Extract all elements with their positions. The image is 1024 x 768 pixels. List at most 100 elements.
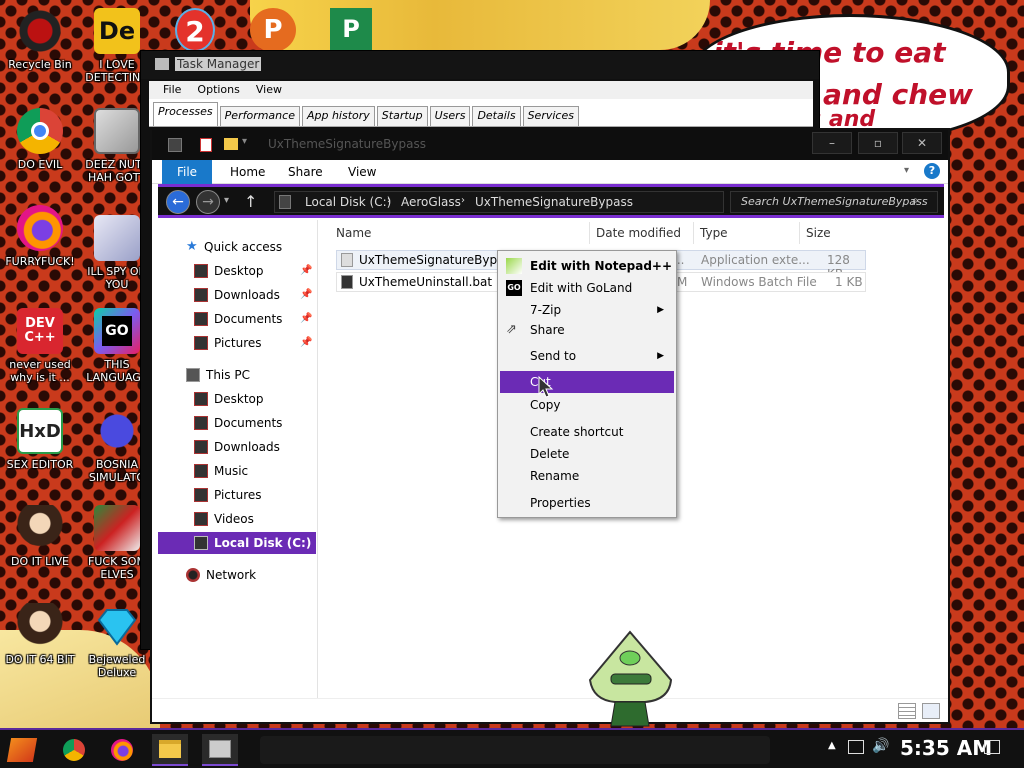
peridot-character-image <box>588 630 673 727</box>
menu-options[interactable]: Options <box>189 81 247 99</box>
publisher-icon[interactable]: P <box>330 8 372 50</box>
menu-item-cut[interactable]: Cut <box>500 371 674 393</box>
tab-startup[interactable]: Startup <box>376 106 428 126</box>
menu-item-share[interactable]: ⇗ Share <box>500 319 674 341</box>
explorer-titlebar[interactable]: ▾ UxThemeSignatureBypass – ▫ ✕ <box>152 130 948 160</box>
tab-services[interactable]: Services <box>522 106 579 126</box>
address-bar[interactable]: Local Disk (C:) › AeroGlass › UxThemeSig… <box>274 191 724 213</box>
menu-item-create-shortcut[interactable]: Create shortcut <box>500 421 674 443</box>
drive-icon <box>279 195 291 209</box>
nav-quick-downloads[interactable]: Downloads 📌 <box>158 284 316 306</box>
taskbar-firefox[interactable] <box>104 734 140 766</box>
close-button[interactable]: ✕ <box>902 132 942 154</box>
menu-item-7zip[interactable]: 7-Zip ▶ <box>500 299 674 321</box>
menu-item-properties[interactable]: Properties <box>500 492 674 514</box>
search-input[interactable]: Search UxThemeSignatureBypass <box>730 191 938 213</box>
nav-quick-documents[interactable]: Documents 📌 <box>158 308 316 330</box>
drive-icon <box>194 536 208 550</box>
tab-processes[interactable]: Processes <box>153 102 218 126</box>
breadcrumb-local-disk[interactable]: Local Disk (C:) <box>305 195 391 209</box>
taskbar-chrome[interactable] <box>56 734 92 766</box>
nav-pc-music[interactable]: Music <box>158 460 316 482</box>
taskbar-file-explorer[interactable] <box>152 734 188 766</box>
pin-icon: 📌 <box>300 337 313 348</box>
ribbon-tab-view[interactable]: View <box>348 160 376 184</box>
breadcrumb-aeroglass[interactable]: AeroGlass <box>401 195 461 209</box>
tab-users[interactable]: Users <box>429 106 471 126</box>
menu-item-send-to[interactable]: Send to ▶ <box>500 345 674 367</box>
nav-pc-videos[interactable]: Videos <box>158 508 316 530</box>
desktop-icon-chrome[interactable]: DO EVIL <box>0 108 80 171</box>
nav-pc-desktop[interactable]: Desktop <box>158 388 316 410</box>
nav-pc-documents[interactable]: Documents <box>158 412 316 434</box>
desktop-icon-firefox[interactable]: FURRYFUCK! <box>0 205 80 268</box>
volume-icon[interactable]: 🔊 <box>872 738 889 754</box>
desktop-icon-do-it-64[interactable]: DO IT 64 BIT <box>0 603 80 666</box>
app-icon-p[interactable]: P <box>250 8 296 52</box>
desktop-icon-recycle-bin[interactable]: Recycle Bin <box>0 8 80 71</box>
menu-view[interactable]: View <box>248 81 290 99</box>
network-status-icon[interactable] <box>848 740 864 754</box>
chevron-down-icon[interactable]: ▾ <box>242 136 247 147</box>
menu-item-copy[interactable]: Copy <box>500 394 674 416</box>
ribbon-tab-home[interactable]: Home <box>230 160 265 184</box>
up-arrow-icon[interactable]: ↑ <box>244 192 257 211</box>
minimize-button[interactable]: – <box>812 132 852 154</box>
desktop-icon-hxd[interactable]: HxD SEX EDITOR <box>0 408 80 471</box>
back-arrow-icon[interactable]: ← <box>166 190 190 214</box>
pin-icon: 📌 <box>300 313 313 324</box>
folder-icon[interactable] <box>224 138 238 150</box>
menu-item-edit-goland[interactable]: GO Edit with GoLand <box>500 277 674 299</box>
column-header-date[interactable]: Date modified <box>590 222 694 244</box>
status-bar <box>152 698 948 722</box>
menu-item-rename[interactable]: Rename <box>500 465 674 487</box>
devcpp-icon: DEV C++ <box>17 308 63 354</box>
breadcrumb-separator-icon: › <box>387 195 391 206</box>
app-icon-2[interactable]: 2 <box>175 8 215 52</box>
column-header-type[interactable]: Type <box>694 222 800 244</box>
dll-file-icon <box>341 253 353 267</box>
tab-details[interactable]: Details <box>472 106 521 126</box>
search-icon[interactable]: ⌕ <box>912 193 919 208</box>
recent-dropdown-icon[interactable]: ▾ <box>224 195 229 206</box>
nav-pc-downloads[interactable]: Downloads <box>158 436 316 458</box>
help-icon[interactable]: ? <box>924 163 940 179</box>
tab-performance[interactable]: Performance <box>219 106 300 126</box>
taskbar-task-manager[interactable] <box>202 734 238 766</box>
menu-item-edit-notepadpp[interactable]: Edit with Notepad++ <box>500 255 674 277</box>
breadcrumb-separator-icon: › <box>461 195 465 206</box>
action-center-icon[interactable] <box>984 740 1000 754</box>
properties-icon[interactable] <box>200 138 212 152</box>
large-icons-view-icon[interactable] <box>922 703 940 719</box>
breadcrumb-uxtheme[interactable]: UxThemeSignatureBypass <box>475 195 633 209</box>
goland-icon: GO <box>94 308 140 354</box>
nav-quick-pictures[interactable]: Pictures 📌 <box>158 332 316 354</box>
menu-item-delete[interactable]: Delete <box>500 443 674 465</box>
ribbon-expand-icon[interactable]: ▾ <box>904 165 909 176</box>
column-header-name[interactable]: Name <box>330 222 590 244</box>
desktop-icon-do-it-live[interactable]: DO IT LIVE <box>0 505 80 568</box>
batch-file-icon <box>341 275 353 289</box>
goland-icon: GO <box>506 280 522 296</box>
forward-arrow-icon[interactable]: → <box>196 190 220 214</box>
ribbon-tab-share[interactable]: Share <box>288 160 323 184</box>
nav-local-disk[interactable]: Local Disk (C:) <box>158 532 316 554</box>
details-view-icon[interactable] <box>898 703 916 719</box>
nav-pc-pictures[interactable]: Pictures <box>158 484 316 506</box>
column-header-size[interactable]: Size <box>800 222 866 244</box>
nav-quick-desktop[interactable]: Desktop 📌 <box>158 260 316 282</box>
taskbar-clock[interactable]: 5:35 AM <box>900 736 992 760</box>
nav-this-pc[interactable]: This PC <box>158 364 316 386</box>
desktop-icon-devcpp[interactable]: DEV C++ never used why is it ... <box>0 308 80 384</box>
ribbon-tab-file[interactable]: File <box>162 160 212 184</box>
show-hidden-icons-icon[interactable]: ▲ <box>828 740 836 751</box>
maximize-button[interactable]: ▫ <box>858 132 898 154</box>
tab-app-history[interactable]: App history <box>301 106 375 126</box>
task-manager-titlebar[interactable]: Task Manager <box>141 51 819 79</box>
start-button[interactable] <box>4 734 40 766</box>
menu-file[interactable]: File <box>155 81 189 99</box>
file-type: Application exte... <box>701 253 810 267</box>
nav-network[interactable]: Network <box>158 564 316 586</box>
nav-quick-access[interactable]: ★ Quick access <box>158 236 316 258</box>
file-date: M <box>677 275 688 289</box>
